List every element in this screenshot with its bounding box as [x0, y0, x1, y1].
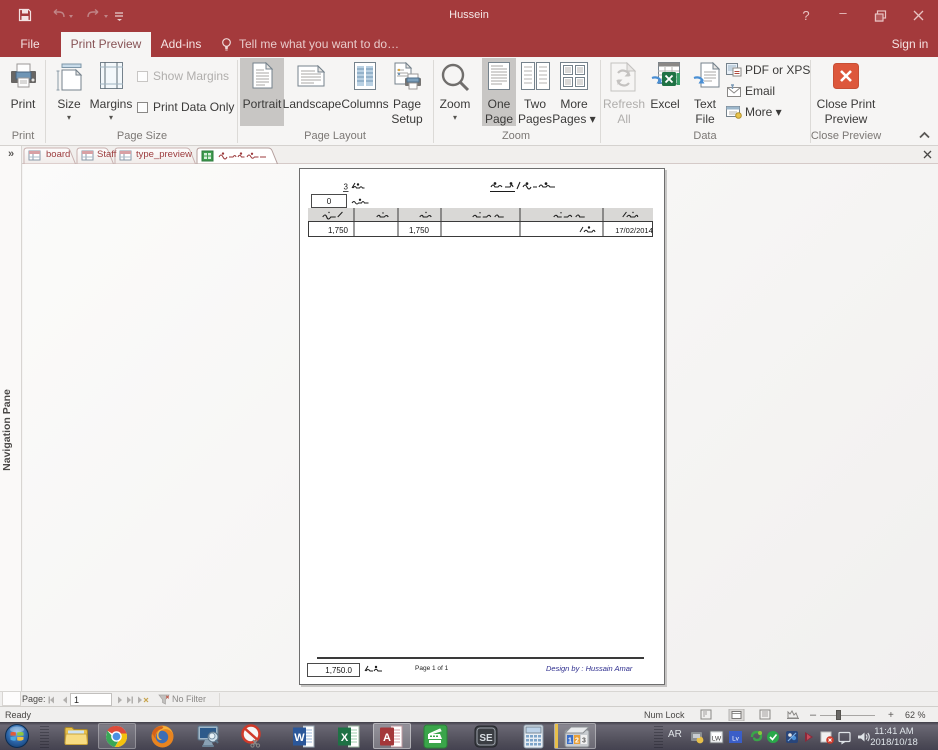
- svg-text:17/02/2014: 17/02/2014: [615, 226, 653, 235]
- svg-text:1,750: 1,750: [409, 226, 430, 235]
- svg-text:A: A: [383, 732, 391, 744]
- svg-text:X: X: [341, 732, 349, 744]
- svg-text:1: 1: [568, 738, 572, 745]
- svg-text:3: 3: [344, 183, 349, 192]
- svg-text:2: 2: [575, 738, 579, 745]
- svg-text:SE: SE: [479, 733, 493, 744]
- svg-text:Lv: Lv: [732, 736, 740, 743]
- svg-text:LW: LW: [712, 736, 722, 743]
- svg-text:1,750: 1,750: [328, 226, 349, 235]
- svg-text:W: W: [294, 732, 305, 744]
- svg-text:3: 3: [582, 738, 586, 745]
